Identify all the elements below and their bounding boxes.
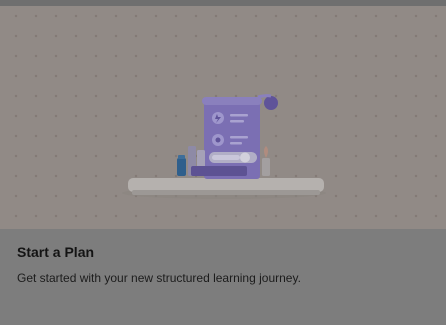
learning-plan-document-illustration	[122, 94, 326, 199]
card-title[interactable]: Start a Plan	[17, 244, 94, 260]
card-description: Get started with your new structured lea…	[17, 271, 301, 285]
start-plan-card[interactable]: Start a Plan Get started with your new s…	[0, 0, 446, 325]
hero-illustration-area	[0, 0, 446, 229]
